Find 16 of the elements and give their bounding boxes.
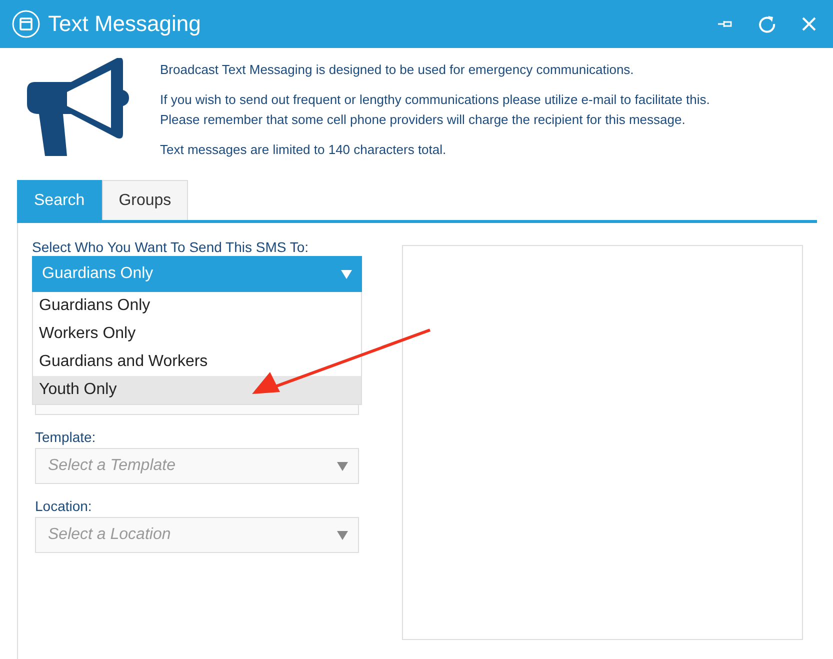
info-text: Broadcast Text Messaging is designed to be used for emergency communications. [160, 61, 635, 79]
caret-icon [337, 530, 348, 540]
info-text: If you wish to send out frequent or lengthy communications please utilize e-mail to facilitate this. Please remember that some cell phone providers will charge the recipient for this message. [160, 91, 710, 129]
window-icon [12, 10, 40, 38]
pin-icon [718, 19, 732, 29]
close-icon [802, 17, 816, 31]
caret-icon [337, 462, 348, 470]
dropdown-option[interactable]: Youth Only [33, 376, 361, 404]
recipient-label: Select Who You Want To Send This SMS To: [32, 238, 310, 256]
caret-icon [341, 270, 352, 278]
window-title: Text Messaging [48, 11, 202, 37]
tab[interactable]: Groups [102, 180, 188, 220]
field-label: Location: [35, 497, 93, 515]
info-text: Text messages are limited to 140 characters total. [160, 141, 448, 159]
field-label: Template: [35, 428, 97, 446]
refresh-icon [758, 15, 776, 33]
